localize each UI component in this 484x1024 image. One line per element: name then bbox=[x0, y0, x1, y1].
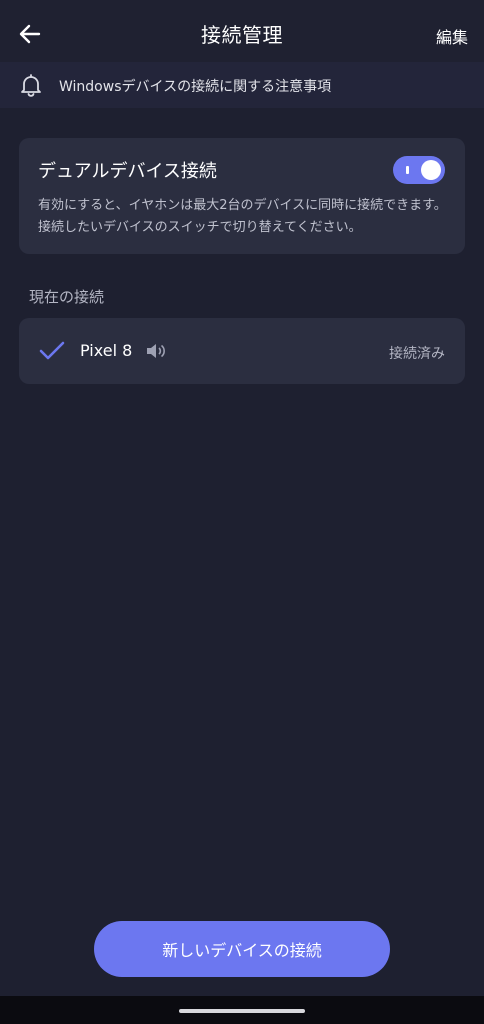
app-header: 接続管理 編集 bbox=[0, 0, 484, 62]
home-indicator[interactable] bbox=[179, 1009, 305, 1013]
page-title: 接続管理 bbox=[201, 23, 283, 47]
toggle-on-mark bbox=[406, 166, 409, 174]
device-status: 接続済み bbox=[389, 346, 445, 362]
dual-device-description: 有効にすると、イヤホンは最大2台のデバイスに同時に接続できます。接続したいデバイ… bbox=[38, 198, 447, 235]
dual-device-title: デュアルデバイス接続 bbox=[38, 161, 217, 182]
check-icon bbox=[39, 341, 65, 360]
system-nav-bar bbox=[0, 996, 484, 1024]
connection-management-screen: 接続管理 編集 Windowsデバイスの接続に関する注意事項 デュアルデバイス接… bbox=[0, 0, 484, 1024]
bell-icon bbox=[21, 74, 41, 97]
dual-device-toggle[interactable] bbox=[393, 156, 445, 184]
edit-button[interactable]: 編集 bbox=[436, 24, 468, 48]
device-row[interactable]: Pixel 8 接続済み bbox=[19, 318, 465, 384]
current-connection-label: 現在の接続 bbox=[29, 288, 105, 306]
connect-new-device-button[interactable]: 新しいデバイスの接続 bbox=[94, 921, 390, 977]
device-name: Pixel 8 bbox=[80, 341, 133, 360]
dual-device-card: デュアルデバイス接続 有効にすると、イヤホンは最大2台のデバイスに同時に接続でき… bbox=[19, 138, 465, 254]
speaker-icon bbox=[147, 344, 165, 358]
windows-notice-bar[interactable]: Windowsデバイスの接続に関する注意事項 bbox=[0, 62, 484, 108]
notice-text: Windowsデバイスの接続に関する注意事項 bbox=[59, 79, 332, 95]
toggle-knob bbox=[421, 160, 441, 180]
